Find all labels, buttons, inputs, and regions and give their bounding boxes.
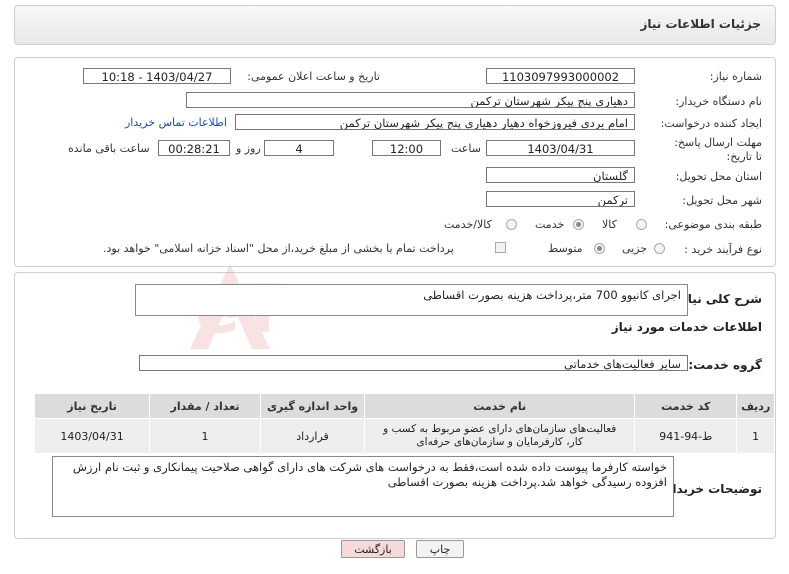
col-need-date: تاریخ نیاز [33,393,151,419]
services-section-title: اطلاعات خدمات مورد نیاز [611,320,762,334]
description-textarea[interactable]: اجرای کانیوو 700 متر،پرداخت هزینه بصورت … [135,284,688,316]
deadline-date-field: 1403/04/31 [486,140,635,156]
service-group-label: گروه خدمت: [688,358,762,372]
days-label: روز و [236,142,261,155]
cell-need-date: 1403/04/31 [33,418,151,454]
table-row: 1 ط-94-941 فعالیت‌های سازمان‌های دارای ع… [33,418,775,454]
city-label: شهر محل تحویل: [682,194,762,207]
page-header: جزئیات اطلاعات نیاز [14,5,776,45]
buyer-label: نام دستگاه خریدار: [675,95,762,108]
days-field: 4 [264,140,334,156]
cell-unit: قرارداد [259,418,366,454]
need-info-panel [14,57,776,267]
province-field: گلستان [486,167,635,183]
page-title: جزئیات اطلاعات نیاز [640,17,761,31]
announce-label: تاریخ و ساعت اعلان عمومی: [247,70,380,83]
col-unit: واحد اندازه گیری [259,393,366,419]
creator-label: ایجاد کننده درخواست: [660,117,762,130]
creator-field: امام بردی فیروزخواه دهیار دهیاری پنج پیک… [235,114,635,130]
deadline-label: مهلت ارسال پاسخ: تا تاریخ: [674,136,762,163]
services-table: ردیف کد خدمت نام خدمت واحد اندازه گیری ت… [33,393,775,454]
process-radio-medium[interactable] [594,243,605,254]
deadline-time-field: 12:00 [372,140,441,156]
category-option-goods-service: کالا/خدمت [444,218,492,231]
city-field: ترکمن [486,191,635,207]
cell-quantity: 1 [149,418,261,454]
buyer-contact-link[interactable]: اطلاعات تماس خریدار [125,116,227,129]
buyer-notes-label: توضیحات خریدار: [660,482,762,496]
print-button[interactable]: چاپ [416,540,464,558]
buyer-field: دهیاری پنج پیکر شهرستان ترکمن [186,92,635,108]
description-label: شرح کلی نیاز: [676,292,762,306]
col-row-number: ردیف [736,393,775,419]
cell-service-code: ط-94-941 [634,418,738,454]
category-radio-service[interactable] [573,219,584,230]
col-service-name: نام خدمت [364,393,636,419]
need-number-label: شماره نیاز: [709,70,762,83]
cell-row-number: 1 [736,418,775,454]
cell-service-name: فعالیت‌های سازمان‌های دارای عضو مربوط به… [364,418,636,454]
back-button[interactable]: بازگشت [341,540,405,558]
deadline-time-label: ساعت [451,142,481,155]
col-quantity: تعداد / مقدار [149,393,261,419]
services-table-header: ردیف کد خدمت نام خدمت واحد اندازه گیری ت… [33,393,775,419]
need-number-field: 1103097993000002 [486,68,635,84]
category-option-service: خدمت [535,218,565,231]
col-service-code: کد خدمت [634,393,738,419]
remaining-time-field: 00:28:21 [158,140,230,156]
category-radio-goods[interactable] [636,219,647,230]
province-label: استان محل تحویل: [675,170,762,183]
category-option-goods: کالا [602,218,617,231]
service-group-field: سایر فعالیت‌های خدماتی [139,355,688,371]
category-label: طبقه بندی موضوعی: [664,218,762,231]
treasury-checkbox[interactable] [495,242,506,253]
buyer-notes-textarea[interactable]: خواسته کارفرما پیوست داده شده است،فقط به… [52,456,674,517]
remaining-label: ساعت باقی مانده [68,142,150,155]
announce-field: 1403/04/27 - 10:18 [83,68,231,84]
category-radio-goods-service[interactable] [506,219,517,230]
process-radio-minor[interactable] [654,243,665,254]
